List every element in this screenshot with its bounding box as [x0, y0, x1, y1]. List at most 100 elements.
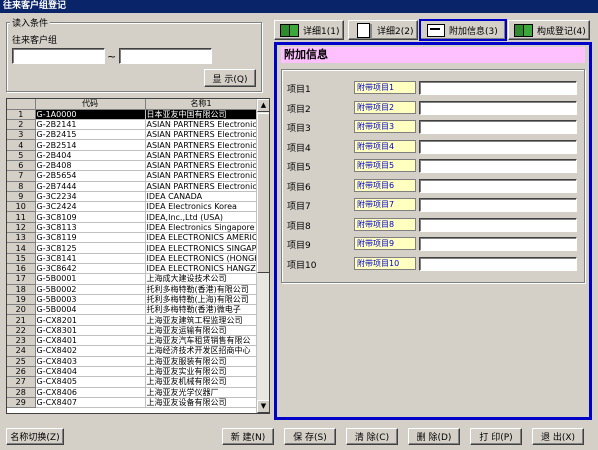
grid-header-code[interactable]: 代码 — [35, 99, 146, 110]
exit-button[interactable]: 退 出(X) — [532, 428, 584, 445]
row-code[interactable]: G-3C2234 — [35, 191, 146, 203]
row-name1[interactable]: 托利多梅特勒(香港)有限公司 — [145, 284, 258, 295]
row-name1[interactable]: IDEA ELECTRONICS HANGZHOU — [145, 263, 258, 275]
row-name1[interactable]: IDEA ELECTRONICS (HONGKONG — [145, 253, 258, 264]
table-row[interactable]: 11 G-3C8109 IDEA,Inc.,Ltd (USA) — [7, 211, 258, 223]
grid-header-name1[interactable]: 名称1 — [145, 99, 258, 110]
item-input-5[interactable] — [419, 159, 577, 173]
row-name1[interactable]: 托利多梅特勒(香港)微电子 — [145, 304, 258, 316]
item-input-8[interactable] — [419, 217, 577, 232]
row-code[interactable]: G-5B0002 — [35, 284, 146, 295]
table-row[interactable]: 21 G-CX8201 上海亚友建筑工程监理公司 — [7, 314, 258, 326]
table-row[interactable]: 1 G-1A0000 日本亚友中国有限公司 — [7, 109, 258, 120]
customer-group-from-input[interactable] — [12, 48, 105, 64]
item-input-6[interactable] — [419, 178, 577, 193]
table-row[interactable]: 12 G-3C8113 IDEA Electronics Singapore — [7, 222, 258, 234]
table-row[interactable]: 6 G-2B408 ASIAN PARTNERS Electronics — [7, 160, 258, 172]
row-code[interactable]: G-CX8301 — [35, 325, 146, 337]
row-code[interactable]: G-CX8403 — [35, 356, 146, 367]
new-button[interactable]: 新 建(N) — [222, 428, 274, 445]
row-code[interactable]: G-3C8642 — [35, 263, 146, 275]
row-name1[interactable]: 上海亚友设备有限公司 — [145, 397, 258, 409]
row-name1[interactable]: ASIAN PARTNERS Electronics — [145, 150, 258, 161]
show-button[interactable]: 显 示(Q) — [204, 69, 256, 87]
customer-group-to-input[interactable] — [119, 48, 212, 64]
row-name1[interactable]: IDEA ELECTRONICS AMERICA I — [145, 232, 258, 244]
table-row[interactable]: 25 G-CX8403 上海亚友服装有限公司 — [7, 356, 258, 367]
scroll-down-arrow[interactable]: ▼ — [257, 400, 269, 413]
table-row[interactable]: 9 G-3C2234 IDEA CANADA — [7, 191, 258, 203]
row-code[interactable]: G-CX8402 — [35, 345, 146, 357]
table-row[interactable]: 8 G-2B7444 ASIAN PARTNERS Electronics — [7, 181, 258, 192]
row-code[interactable]: G-2B7444 — [35, 181, 146, 192]
row-name1[interactable]: IDEA Electronics Korea — [145, 201, 258, 213]
table-row[interactable]: 3 G-2B2415 ASIAN PARTNERS Electronics — [7, 129, 258, 141]
row-name1[interactable]: IDEA ELECTRONICS SINGAPORE — [145, 242, 258, 254]
item-input-3[interactable] — [419, 120, 577, 134]
delete-button[interactable]: 删 除(D) — [408, 428, 460, 445]
table-row[interactable]: 16G-3C8642IDEA ELECTRONICS HANGZHOU — [7, 263, 258, 275]
row-code[interactable]: G-1A0000 — [35, 109, 146, 120]
row-name1[interactable]: ASIAN PARTNERS Electronics — [145, 181, 258, 192]
scroll-up-arrow[interactable]: ▲ — [257, 99, 269, 112]
row-code[interactable]: G-CX8407 — [35, 397, 146, 409]
row-name1[interactable]: IDEA CANADA — [145, 191, 258, 203]
scroll-thumb[interactable] — [257, 113, 269, 273]
table-row[interactable]: 23 G-CX8401 上海亚友汽车租赁销售有限公 — [7, 335, 258, 347]
row-code[interactable]: G-2B2514 — [35, 139, 146, 151]
row-code[interactable]: G-CX8406 — [35, 387, 146, 398]
row-code[interactable]: G-3C8125 — [35, 242, 146, 254]
row-code[interactable]: G-2B2415 — [35, 129, 146, 141]
table-row[interactable]: 24 G-CX8402 上海经济技术开发区招商中心 — [7, 345, 258, 357]
row-name1[interactable]: 上海亚友汽车租赁销售有限公 — [145, 335, 258, 347]
name-switch-button[interactable]: 名称切换(Z) — [6, 428, 64, 445]
item-input-9[interactable] — [419, 237, 577, 251]
row-code[interactable]: G-5B0003 — [35, 294, 146, 306]
row-code[interactable]: G-CX8201 — [35, 314, 146, 326]
table-row[interactable]: 26 G-CX8404 上海亚友实业有限公司 — [7, 366, 258, 378]
table-row[interactable]: 7 G-2B5654 ASIAN PARTNERS Electronics — [7, 170, 258, 182]
row-name1[interactable]: ASIAN PARTNERS Electronics — [145, 129, 258, 141]
item-input-7[interactable] — [419, 198, 577, 212]
row-code[interactable]: G-3C8119 — [35, 232, 146, 244]
table-row[interactable]: 4 G-2B2514 ASIAN PARTNERS Electronics — [7, 139, 258, 151]
table-row[interactable]: 2 G-2B2141 ASIAN PARTNERS Electronics — [7, 119, 258, 131]
grid-vertical-scrollbar[interactable]: ▲ ▼ — [256, 99, 269, 413]
save-button[interactable]: 保 存(S) — [284, 428, 336, 445]
row-name1[interactable]: 上海成大建设技术公司 — [145, 273, 258, 285]
row-name1[interactable]: IDEA Electronics Singapore — [145, 222, 258, 234]
row-name1[interactable]: ASIAN PARTNERS Electronics — [145, 160, 258, 172]
clear-button[interactable]: 清 除(C) — [346, 428, 398, 445]
table-row[interactable]: 27 G-CX8405 上海亚友机械有限公司 — [7, 376, 258, 388]
tab-detail-1[interactable]: 详细1(1) — [274, 20, 344, 40]
table-row[interactable]: 13 G-3C8119 IDEA ELECTRONICS AMERICA I — [7, 232, 258, 244]
table-row[interactable]: 15G-3C8141IDEA ELECTRONICS (HONGKONG — [7, 253, 258, 264]
row-code[interactable]: G-3C8141 — [35, 253, 146, 264]
table-row[interactable]: 29 G-CX8407 上海亚友设备有限公司 — [7, 397, 258, 409]
table-row[interactable]: 18 G-5B0002 托利多梅特勒(香港)有限公司 — [7, 284, 258, 295]
row-name1[interactable]: 上海亚友运输有限公司 — [145, 325, 258, 337]
tab-additional-info[interactable]: 附加信息(3) — [419, 19, 507, 41]
row-code[interactable]: G-CX8404 — [35, 366, 146, 378]
row-name1[interactable]: 上海亚友服装有限公司 — [145, 356, 258, 367]
table-row[interactable]: 5 G-2B404 ASIAN PARTNERS Electronics — [7, 150, 258, 161]
row-name1[interactable]: IDEA,Inc.,Ltd (USA) — [145, 211, 258, 223]
row-code[interactable]: G-2B2141 — [35, 119, 146, 131]
item-input-1[interactable] — [419, 81, 577, 95]
item-input-4[interactable] — [419, 139, 577, 154]
row-name1[interactable]: 日本亚友中国有限公司 — [145, 109, 258, 120]
item-input-10[interactable] — [419, 256, 577, 271]
row-code[interactable]: G-2B408 — [35, 160, 146, 172]
table-row[interactable]: 28 G-CX8406 上海亚友光学仪器厂 — [7, 387, 258, 398]
item-input-2[interactable] — [419, 100, 577, 115]
row-name1[interactable]: ASIAN PARTNERS Electronics — [145, 170, 258, 182]
row-name1[interactable]: 上海亚友机械有限公司 — [145, 376, 258, 388]
row-code[interactable]: G-5B0004 — [35, 304, 146, 316]
row-name1[interactable]: 上海亚友实业有限公司 — [145, 366, 258, 378]
row-code[interactable]: G-CX8405 — [35, 376, 146, 388]
table-row[interactable]: 22 G-CX8301 上海亚友运输有限公司 — [7, 325, 258, 337]
row-name1[interactable]: 上海亚友光学仪器厂 — [145, 387, 258, 398]
row-name1[interactable]: 托利多梅特勒(上海)有限公司 — [145, 294, 258, 306]
row-code[interactable]: G-2B5654 — [35, 170, 146, 182]
row-code[interactable]: G-3C8113 — [35, 222, 146, 234]
